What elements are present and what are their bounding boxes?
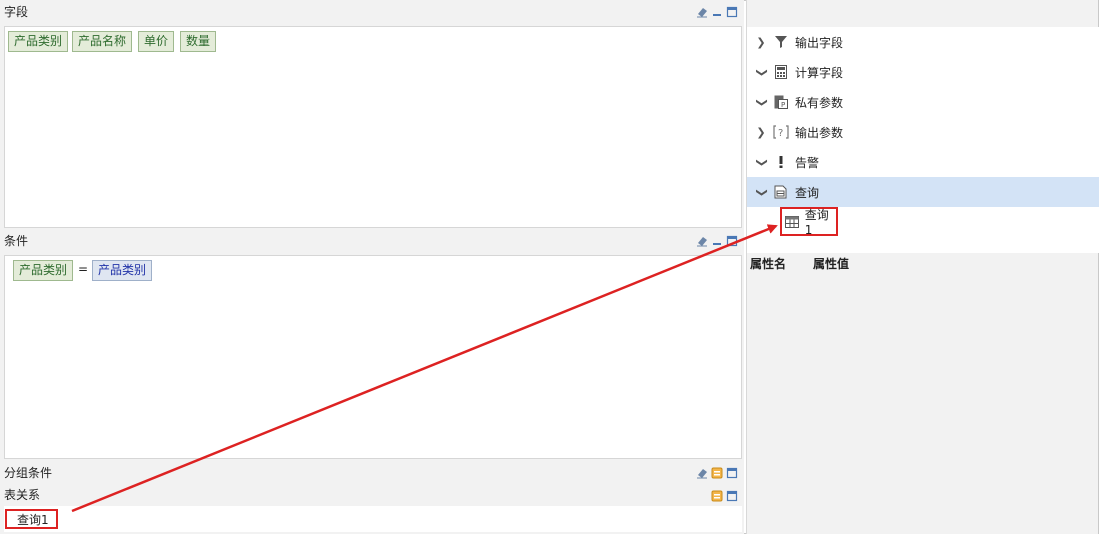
maximize-icon[interactable] — [726, 490, 738, 502]
field-chip-unit-price[interactable]: 单价 — [138, 31, 175, 52]
field-chip-product-name[interactable]: 产品名称 — [72, 31, 133, 52]
tree-item-alert[interactable]: ❮ 告警 — [747, 147, 1099, 177]
maximize-icon[interactable] — [726, 6, 738, 18]
restore-icon[interactable] — [711, 467, 723, 479]
svg-text:?: ? — [778, 128, 783, 139]
tree-item-label: 计算字段 — [795, 65, 844, 80]
restore-icon[interactable] — [711, 490, 723, 502]
tree-item-label: 查询1 — [804, 208, 829, 237]
query-icon — [773, 184, 789, 200]
conditions-panel-body: 产品类别 = 产品类别 — [4, 255, 742, 459]
group-panel-tools — [696, 465, 738, 481]
property-name-header: 属性名 — [750, 257, 787, 271]
conditions-panel-title: 条件 — [4, 234, 29, 248]
tree-item-computed-fields[interactable]: ❮ 计算字段 — [747, 57, 1099, 87]
minimize-icon[interactable] — [711, 6, 723, 18]
tree-item-label: 输出字段 — [795, 35, 844, 50]
question-bracket-icon: ? — [773, 124, 789, 140]
maximize-icon[interactable] — [726, 235, 738, 247]
eraser-icon[interactable] — [696, 235, 708, 247]
query-designer-left: 字段 产品类别 产品名称 单价 数量 条件 产品类别 = 产品类别 分组条件 表… — [0, 0, 744, 534]
condition-left-operand[interactable]: 产品类别 — [13, 260, 74, 281]
fields-panel-body: 产品类别 产品名称 单价 数量 — [4, 26, 742, 228]
condition-operator[interactable]: = — [78, 262, 88, 276]
field-chip-product-category[interactable]: 产品类别 — [8, 31, 69, 52]
tree-item-label: 输出参数 — [795, 125, 844, 140]
field-chip-quantity[interactable]: 数量 — [180, 31, 217, 52]
relations-panel-tools — [711, 488, 738, 504]
maximize-icon[interactable] — [726, 467, 738, 479]
calculator-icon — [773, 64, 789, 80]
query-tree: ❯ 输出字段 ❮ 计算字段 ❮ P 私有参数 ❯ ? 输出参数 ❮ 告警 ❮ 查… — [747, 27, 1099, 253]
tree-item-output-params[interactable]: ❯ ? 输出参数 — [747, 117, 1099, 147]
tree-item-output-fields[interactable]: ❯ 输出字段 — [747, 27, 1099, 57]
chevron-right-icon[interactable]: ❯ — [753, 36, 769, 49]
exclamation-icon — [773, 154, 789, 170]
chevron-down-icon[interactable]: ❮ — [755, 94, 768, 110]
relations-panel-title: 表关系 — [4, 488, 41, 502]
fields-panel-title: 字段 — [4, 5, 29, 19]
fields-panel-tools — [696, 4, 738, 20]
svg-text:P: P — [781, 101, 785, 109]
eraser-icon[interactable] — [696, 6, 708, 18]
eraser-icon[interactable] — [696, 467, 708, 479]
property-value-header: 属性值 — [813, 257, 850, 271]
tree-item-private-params[interactable]: ❮ P 私有参数 — [747, 87, 1099, 117]
tree-item-query[interactable]: ❮ 查询 — [747, 177, 1099, 207]
conditions-panel-tools — [696, 233, 738, 249]
funnel-icon — [773, 34, 789, 50]
chevron-down-icon[interactable]: ❮ — [755, 184, 768, 200]
chevron-down-icon[interactable]: ❮ — [755, 154, 768, 170]
private-param-icon: P — [773, 94, 789, 110]
minimize-icon[interactable] — [711, 235, 723, 247]
tree-item-label: 私有参数 — [795, 95, 844, 110]
table-icon — [784, 214, 800, 230]
tree-item-query1[interactable]: 查询1 — [780, 207, 838, 237]
chevron-down-icon[interactable]: ❮ — [755, 64, 768, 80]
tree-item-label: 查询 — [795, 185, 820, 200]
tree-item-label: 告警 — [795, 155, 820, 170]
query-side-panel: ❯ 输出字段 ❮ 计算字段 ❮ P 私有参数 ❯ ? 输出参数 ❮ 告警 ❮ 查… — [746, 0, 1099, 534]
condition-right-operand[interactable]: 产品类别 — [92, 260, 153, 281]
relation-table-tag[interactable]: 查询1 — [5, 509, 58, 529]
chevron-right-icon[interactable]: ❯ — [753, 126, 769, 139]
relations-panel-body — [4, 506, 742, 532]
group-panel-title: 分组条件 — [4, 466, 53, 480]
properties-header: 属性名 属性值 — [747, 253, 1099, 275]
